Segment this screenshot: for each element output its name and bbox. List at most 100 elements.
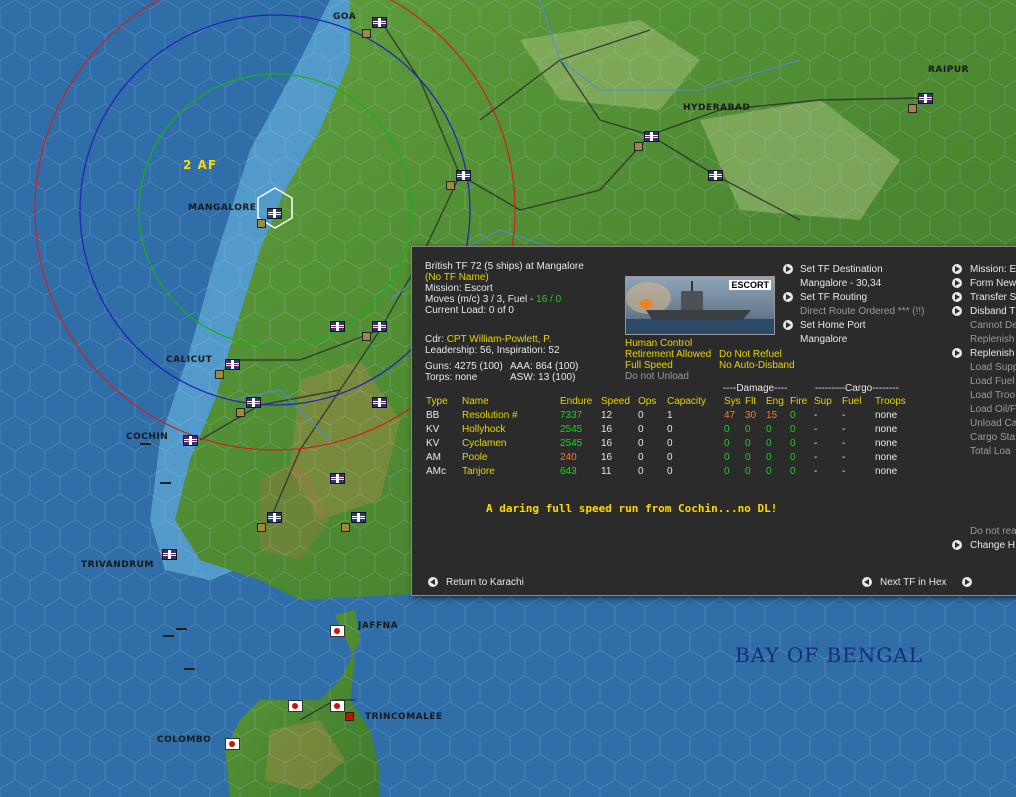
return-button[interactable]: Return to Karachi <box>446 577 524 589</box>
cell-capacity: 0 <box>667 466 673 477</box>
set-routing-arrow-icon[interactable] <box>783 292 793 302</box>
base-marker-inland-4[interactable] <box>362 332 371 341</box>
replenish-arrow-icon[interactable] <box>952 348 962 358</box>
transfer-arrow-icon[interactable] <box>952 292 962 302</box>
set-destination-arrow-icon[interactable] <box>783 264 793 274</box>
cell-endure: 7337 <box>560 410 583 421</box>
base-flag-inland-7[interactable] <box>330 473 345 484</box>
unload-cargo-item: Unload Ca <box>970 418 1016 429</box>
base-flag-inland-8[interactable] <box>267 512 282 523</box>
cell-name[interactable]: Poole <box>462 452 488 464</box>
change-home-menu-item[interactable]: Change H <box>970 540 1015 552</box>
city-label-calicut: CALICUT <box>166 355 213 365</box>
base-marker-hyderabad[interactable] <box>634 142 643 151</box>
torps-stat: Torps: none <box>425 372 478 383</box>
sea-graphic <box>626 319 774 334</box>
base-flag-inland-6[interactable] <box>372 397 387 408</box>
cell-ops: 0 <box>638 410 644 421</box>
japanese-base-flag-south-1[interactable] <box>288 700 303 712</box>
direct-route-status: Direct Route Ordered *** (!!) <box>800 306 925 317</box>
base-flag-cochin[interactable] <box>183 435 198 446</box>
cell-capacity: 0 <box>667 438 673 449</box>
base-flag-inland-1[interactable] <box>456 170 471 181</box>
change-home-arrow-icon[interactable] <box>952 540 962 550</box>
base-marker-inland-1[interactable] <box>446 181 455 190</box>
no-auto-disband-option[interactable]: No Auto-Disband <box>719 360 795 372</box>
cell-fire: 0 <box>790 466 796 477</box>
cell-type: AM <box>426 452 441 463</box>
disband-arrow-icon[interactable] <box>952 306 962 316</box>
cell-endure: 240 <box>560 452 577 463</box>
cell-eng: 0 <box>766 424 772 435</box>
japanese-base-flag-jaffna[interactable] <box>330 625 345 637</box>
base-flag-inland-5[interactable] <box>246 397 261 408</box>
cell-flt: 30 <box>745 410 757 421</box>
cell-type: AMc <box>426 466 446 477</box>
japanese-base-flag-colombo[interactable] <box>225 738 240 750</box>
base-marker-inland-8[interactable] <box>257 523 266 532</box>
base-flag-trivandrum[interactable] <box>162 549 177 560</box>
base-flag-hyderabad[interactable] <box>644 131 659 142</box>
cell-endure: 2545 <box>560 424 583 435</box>
base-marker-inland-9[interactable] <box>341 523 350 532</box>
base-flag-inland-2[interactable] <box>708 170 723 181</box>
japanese-base-marker-trincomalee[interactable] <box>345 712 354 721</box>
column-header-eng: Eng <box>766 396 784 407</box>
cell-type: KV <box>426 438 440 449</box>
city-label-trincomalee: TRINCOMALEE <box>365 712 443 722</box>
column-header-sys: Sys <box>724 396 741 407</box>
base-marker-raipur[interactable] <box>908 104 917 113</box>
do-not-unload-option[interactable]: Do not Unload <box>625 371 689 383</box>
set-destination-button[interactable]: Set TF Destination <box>800 264 883 276</box>
cell-eng: 0 <box>766 466 772 477</box>
cell-name[interactable]: Resolution # <box>462 410 518 422</box>
cell-sys: 0 <box>724 452 730 463</box>
tf-fuel-value: 16 / 0 <box>536 294 562 305</box>
mission-menu-item[interactable]: Mission: Es <box>970 264 1016 276</box>
base-flag-inland-3[interactable] <box>330 321 345 332</box>
ship-icon[interactable] <box>160 482 171 484</box>
next-tf-button[interactable]: Next TF in Hex <box>880 577 947 589</box>
cell-troops: none <box>875 452 898 463</box>
form-new-arrow-icon[interactable] <box>952 278 962 288</box>
ship-icon[interactable] <box>184 668 195 670</box>
base-marker-mangalore[interactable] <box>257 219 266 228</box>
cell-sys: 0 <box>724 438 730 449</box>
next-tf-arrow-icon[interactable] <box>962 577 972 587</box>
set-routing-button[interactable]: Set TF Routing <box>800 292 867 304</box>
base-marker-inland-5[interactable] <box>236 408 245 417</box>
cell-flt: 0 <box>745 466 751 477</box>
base-flag-goa[interactable] <box>372 17 387 28</box>
base-flag-inland-4[interactable] <box>372 321 387 332</box>
set-home-port-arrow-icon[interactable] <box>783 320 793 330</box>
ship-icon[interactable] <box>140 443 151 445</box>
hull-graphic <box>646 310 751 320</box>
base-flag-raipur[interactable] <box>918 93 933 104</box>
previous-tf-arrow-icon[interactable] <box>862 577 872 587</box>
base-marker-calicut[interactable] <box>215 370 224 379</box>
asw-stat: ASW: 13 (100) <box>510 372 576 383</box>
cargo-status-item: Cargo Sta <box>970 432 1016 443</box>
base-flag-inland-9[interactable] <box>351 512 366 523</box>
cell-name[interactable]: Tanjore <box>462 466 495 478</box>
disband-menu-item[interactable]: Disband T <box>970 306 1015 318</box>
transfer-menu-item[interactable]: Transfer S <box>970 292 1016 304</box>
japanese-base-flag-south-2[interactable] <box>330 700 345 712</box>
cell-speed: 16 <box>601 424 613 435</box>
mission-arrow-icon[interactable] <box>952 264 962 274</box>
superstructure-graphic <box>681 291 703 311</box>
ship-icon[interactable] <box>163 635 174 637</box>
form-new-menu-item[interactable]: Form New <box>970 278 1016 290</box>
base-marker-goa[interactable] <box>362 29 371 38</box>
commander-name[interactable]: CPT William-Powlett, P. <box>447 334 552 345</box>
cell-name[interactable]: Cyclamen <box>462 438 506 450</box>
base-flag-mangalore[interactable] <box>267 208 282 219</box>
return-arrow-icon[interactable] <box>428 577 438 587</box>
cell-name[interactable]: Hollyhock <box>462 424 505 436</box>
set-home-port-button[interactable]: Set Home Port <box>800 320 866 332</box>
ship-icon[interactable] <box>176 628 187 630</box>
cell-troops: none <box>875 466 898 477</box>
column-header-sup: Sup <box>814 396 832 407</box>
base-flag-calicut[interactable] <box>225 359 240 370</box>
replenish-menu-item[interactable]: Replenish <box>970 348 1014 360</box>
